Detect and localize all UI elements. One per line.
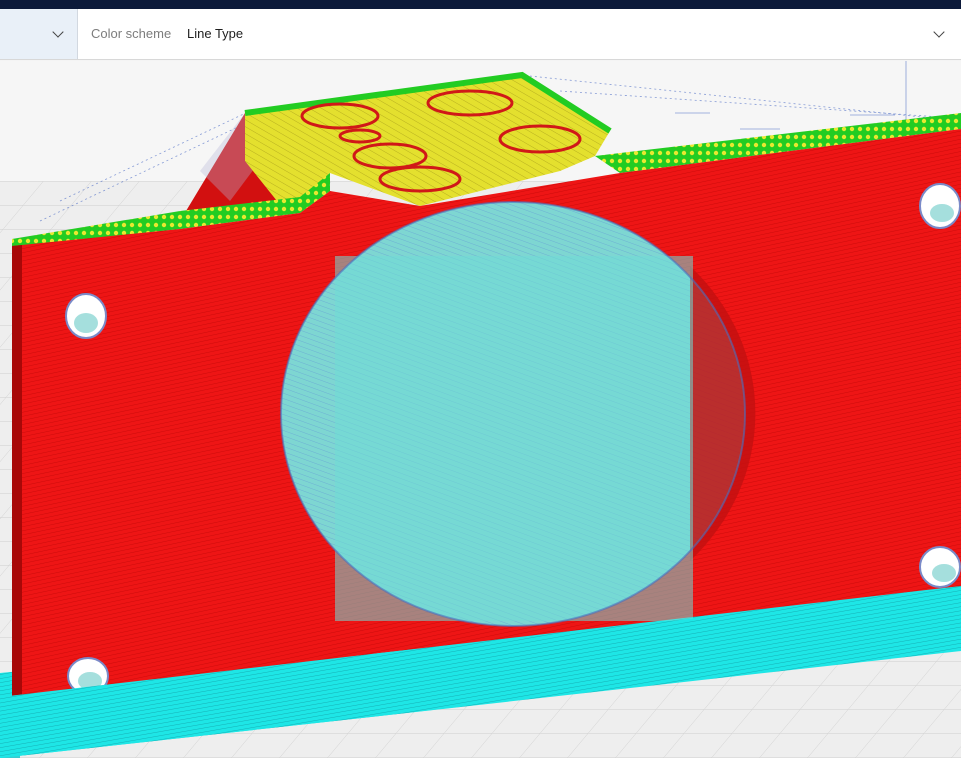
layer-preview-viewport[interactable] <box>0 61 961 758</box>
color-scheme-label: Color scheme <box>91 26 172 41</box>
chevron-down-icon <box>52 26 64 38</box>
view-mode-dropdown[interactable] <box>0 9 78 59</box>
view-toolbar: Color scheme Line Type <box>0 9 961 60</box>
chevron-down-icon <box>933 26 945 38</box>
window-top-strip <box>0 0 961 9</box>
color-scheme-dropdown[interactable]: Color scheme Line Type <box>79 9 961 59</box>
lens-cutout <box>280 201 756 627</box>
color-scheme-value: Line Type <box>187 26 244 41</box>
